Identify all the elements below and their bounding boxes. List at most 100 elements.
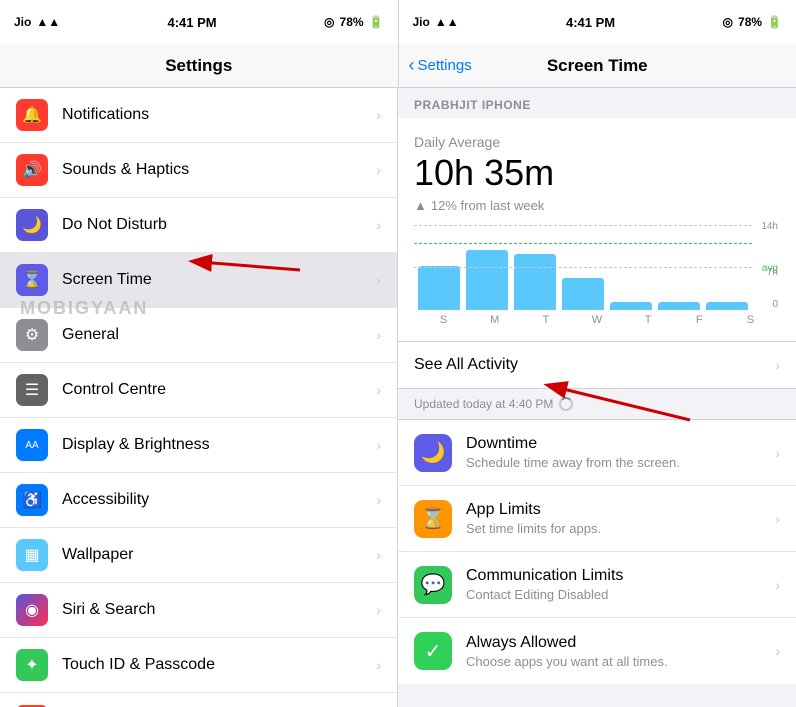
display-icon: AA bbox=[16, 429, 48, 461]
display-label: Display & Brightness bbox=[62, 436, 376, 454]
change-icon: ▲ bbox=[414, 198, 427, 213]
touchid-label: Touch ID & Passcode bbox=[62, 656, 376, 674]
always-allowed-text: Always Allowed Choose apps you want at a… bbox=[466, 634, 775, 669]
settings-item-emergency[interactable]: SOS Emergency SOS › bbox=[0, 693, 397, 707]
settings-item-touchid[interactable]: ✦ Touch ID & Passcode › bbox=[0, 638, 397, 693]
right-battery: 78% bbox=[738, 15, 762, 29]
always-allowed-sub: Choose apps you want at all times. bbox=[466, 654, 775, 669]
control-centre-label: Control Centre bbox=[62, 381, 376, 399]
y-label-14h: 14h bbox=[761, 221, 778, 232]
back-label: Settings bbox=[418, 57, 472, 74]
battery-icon: 🔋 bbox=[369, 15, 384, 29]
usage-chart: 14h avg 7h 0 SMTWTFS bbox=[414, 225, 780, 325]
chart-y-axis: 14h avg 7h 0 bbox=[752, 225, 780, 310]
see-all-label: See All Activity bbox=[414, 356, 518, 374]
left-status-left: Jio ▲▲ bbox=[14, 15, 60, 29]
chart-bar-0 bbox=[418, 266, 460, 310]
app-limits-title: App Limits bbox=[466, 501, 775, 519]
display-chevron: › bbox=[376, 437, 381, 453]
siri-icon: ◉ bbox=[16, 594, 48, 626]
right-status-right: ◎ 78% 🔋 bbox=[723, 15, 782, 29]
wallpaper-chevron: › bbox=[376, 547, 381, 563]
location-icon: ◎ bbox=[324, 15, 334, 29]
right-nav-header: ‹ Settings Screen Time bbox=[399, 44, 796, 88]
st-item-app-limits[interactable]: ⌛ App Limits Set time limits for apps. › bbox=[398, 486, 796, 552]
settings-item-screen-time[interactable]: ⌛ Screen Time › bbox=[0, 253, 397, 308]
settings-item-general[interactable]: ⚙ General › bbox=[0, 308, 397, 363]
see-all-activity[interactable]: See All Activity › bbox=[398, 342, 796, 389]
notifications-icon: 🔔 bbox=[16, 99, 48, 131]
device-header: PRABHJIT IPHONE bbox=[398, 88, 796, 118]
st-items-section: 🌙 Downtime Schedule time away from the s… bbox=[398, 420, 796, 684]
screen-time-panel: PRABHJIT IPHONE Daily Average 10h 35m ▲ … bbox=[398, 88, 796, 707]
notifications-chevron: › bbox=[376, 107, 381, 123]
downtime-st-icon: 🌙 bbox=[414, 434, 452, 472]
chart-day-2: T bbox=[520, 314, 571, 326]
app-limits-st-icon: ⌛ bbox=[414, 500, 452, 538]
updated-status: Updated today at 4:40 PM bbox=[398, 389, 796, 420]
dnd-label: Do Not Disturb bbox=[62, 216, 376, 234]
settings-panel: 🔔 Notifications › 🔊 Sounds & Haptics › 🌙… bbox=[0, 88, 398, 707]
accessibility-chevron: › bbox=[376, 492, 381, 508]
always-allowed-title: Always Allowed bbox=[466, 634, 775, 652]
settings-item-accessibility[interactable]: ♿ Accessibility › bbox=[0, 473, 397, 528]
chart-bar-4 bbox=[610, 302, 652, 310]
always-allowed-chevron: › bbox=[775, 643, 780, 659]
siri-label: Siri & Search bbox=[62, 601, 376, 619]
right-wifi-icon: ▲▲ bbox=[435, 15, 459, 29]
left-carrier: Jio bbox=[14, 15, 31, 29]
left-time: 4:41 PM bbox=[168, 15, 217, 30]
right-carrier: Jio bbox=[413, 15, 430, 29]
daily-change: ▲ 12% from last week bbox=[414, 198, 780, 213]
settings-item-siri[interactable]: ◉ Siri & Search › bbox=[0, 583, 397, 638]
settings-item-dnd[interactable]: 🌙 Do Not Disturb › bbox=[0, 198, 397, 253]
screen-time-title: Screen Time bbox=[547, 56, 648, 76]
chart-day-6: S bbox=[725, 314, 776, 326]
accessibility-label: Accessibility bbox=[62, 491, 376, 509]
st-item-downtime[interactable]: 🌙 Downtime Schedule time away from the s… bbox=[398, 420, 796, 486]
dnd-icon: 🌙 bbox=[16, 209, 48, 241]
right-battery-icon: 🔋 bbox=[767, 15, 782, 29]
app-limits-chevron: › bbox=[775, 511, 780, 527]
chart-bar-2 bbox=[514, 254, 556, 310]
comm-limits-title: Communication Limits bbox=[466, 567, 775, 585]
settings-title: Settings bbox=[165, 56, 232, 76]
chart-day-5: F bbox=[674, 314, 725, 326]
chart-avg-line bbox=[414, 243, 752, 244]
chart-day-0: S bbox=[418, 314, 469, 326]
comm-limits-text: Communication Limits Contact Editing Dis… bbox=[466, 567, 775, 602]
wallpaper-icon: ▦ bbox=[16, 539, 48, 571]
chart-bar-6 bbox=[706, 302, 748, 310]
settings-item-display[interactable]: AA Display & Brightness › bbox=[0, 418, 397, 473]
main-content: 🔔 Notifications › 🔊 Sounds & Haptics › 🌙… bbox=[0, 88, 796, 707]
app-limits-text: App Limits Set time limits for apps. bbox=[466, 501, 775, 536]
settings-item-wallpaper[interactable]: ▦ Wallpaper › bbox=[0, 528, 397, 583]
right-location-icon: ◎ bbox=[723, 15, 733, 29]
settings-item-notifications[interactable]: 🔔 Notifications › bbox=[0, 88, 397, 143]
settings-item-sounds[interactable]: 🔊 Sounds & Haptics › bbox=[0, 143, 397, 198]
status-bars: Jio ▲▲ 4:41 PM ◎ 78% 🔋 Jio ▲▲ 4:41 PM ◎ … bbox=[0, 0, 796, 44]
comm-limits-sub: Contact Editing Disabled bbox=[466, 587, 775, 602]
chart-day-4: T bbox=[623, 314, 674, 326]
settings-section-main: 🔔 Notifications › 🔊 Sounds & Haptics › 🌙… bbox=[0, 88, 397, 707]
app-limits-sub: Set time limits for apps. bbox=[466, 521, 775, 536]
back-chevron-icon: ‹ bbox=[409, 55, 415, 76]
y-label-7h: 7h bbox=[767, 267, 778, 278]
downtime-title: Downtime bbox=[466, 435, 775, 453]
comm-limits-st-icon: 💬 bbox=[414, 566, 452, 604]
st-item-always-allowed[interactable]: ✓ Always Allowed Choose apps you want at… bbox=[398, 618, 796, 684]
wifi-icon: ▲▲ bbox=[36, 15, 60, 29]
chart-bars bbox=[414, 225, 752, 310]
left-status-bar: Jio ▲▲ 4:41 PM ◎ 78% 🔋 bbox=[0, 0, 398, 44]
screen-time-label: Screen Time bbox=[62, 271, 376, 289]
dnd-chevron: › bbox=[376, 217, 381, 233]
downtime-sub: Schedule time away from the screen. bbox=[466, 455, 775, 470]
sounds-label: Sounds & Haptics bbox=[62, 161, 376, 179]
back-button[interactable]: ‹ Settings bbox=[409, 55, 472, 76]
comm-limits-chevron: › bbox=[775, 577, 780, 593]
st-item-comm-limits[interactable]: 💬 Communication Limits Contact Editing D… bbox=[398, 552, 796, 618]
chart-mid-line bbox=[414, 267, 752, 268]
settings-item-control-centre[interactable]: ☰ Control Centre › bbox=[0, 363, 397, 418]
screen-time-icon: ⌛ bbox=[16, 264, 48, 296]
chart-day-3: W bbox=[571, 314, 622, 326]
